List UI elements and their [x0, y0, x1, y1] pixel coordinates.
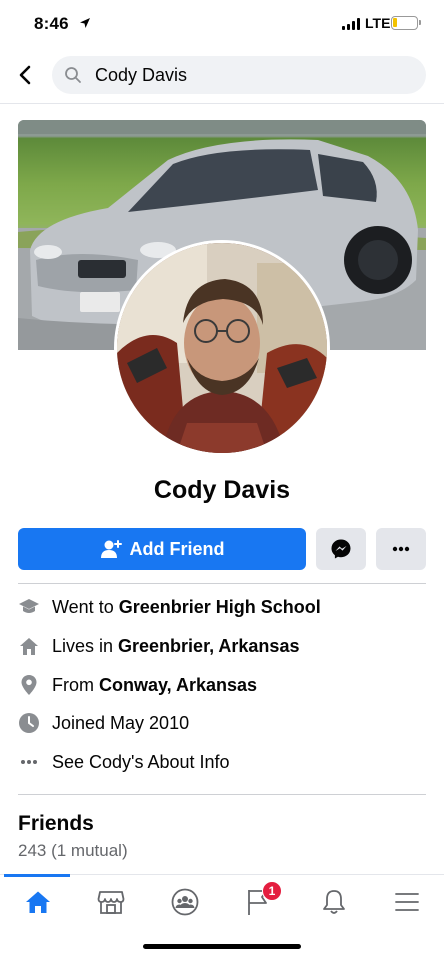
pages-notification-badge: 1 [262, 881, 282, 901]
nav-home[interactable] [18, 885, 58, 919]
info-hometown-value[interactable]: Conway, Arkansas [99, 675, 257, 696]
status-bar: 8:46 LTE [0, 0, 444, 48]
profile-picture[interactable] [114, 240, 330, 456]
ellipsis-icon [392, 546, 410, 552]
nav-notifications[interactable] [314, 885, 354, 919]
location-pin-icon [18, 674, 40, 696]
marketplace-icon [97, 891, 125, 914]
profile-photo-image [117, 243, 327, 453]
profile-name: Cody Davis [153, 476, 291, 504]
header-divider [0, 103, 444, 104]
friends-count: 243 (1 mutual) [18, 841, 128, 860]
more-options-button[interactable] [376, 528, 426, 570]
status-time: 8:46 [34, 14, 69, 33]
see-about-info-link[interactable]: See Cody's About Info [18, 749, 230, 775]
nav-marketplace[interactable] [91, 885, 131, 919]
nav-groups[interactable] [165, 885, 205, 919]
section-divider [18, 583, 426, 584]
graduation-cap-icon [18, 596, 40, 618]
active-tab-indicator [4, 874, 70, 877]
search-bar[interactable] [52, 56, 426, 94]
add-friend-label: Add Friend [129, 538, 225, 559]
bottom-navigation: 1 [0, 874, 444, 930]
battery-icon [391, 16, 418, 30]
signal-strength-icon [342, 17, 360, 30]
see-about-info-label: See Cody's About Info [52, 751, 230, 772]
info-current-city-value[interactable]: Greenbrier, Arkansas [118, 636, 299, 657]
home-icon [18, 635, 40, 657]
menu-icon [395, 893, 419, 911]
info-current-city[interactable]: Lives in Greenbrier, Arkansas [18, 633, 299, 659]
info-education[interactable]: Went to Greenbrier High School [18, 594, 321, 620]
notifications-bell-icon [323, 890, 345, 914]
back-button[interactable] [14, 60, 38, 90]
home-indicator[interactable] [143, 944, 301, 949]
search-input[interactable] [95, 65, 405, 86]
info-joined: Joined May 2010 [18, 710, 189, 736]
info-hometown-prefix: From [52, 674, 94, 695]
messenger-icon [331, 539, 351, 559]
location-arrow-icon [80, 18, 90, 28]
info-joined-text: Joined May 2010 [52, 712, 190, 733]
search-icon [65, 67, 81, 83]
nav-menu[interactable] [387, 885, 427, 919]
groups-icon [171, 888, 199, 916]
add-friend-icon [100, 540, 122, 558]
clock-icon [18, 712, 40, 734]
info-education-prefix: Went to [52, 596, 114, 617]
message-button[interactable] [316, 528, 366, 570]
ellipsis-icon [18, 751, 40, 773]
network-label: LTE [365, 15, 391, 31]
home-icon [26, 891, 50, 913]
info-current-city-prefix: Lives in [52, 635, 114, 656]
friends-title[interactable]: Friends [18, 812, 94, 836]
chevron-left-icon [19, 65, 31, 85]
section-divider [18, 794, 426, 795]
add-friend-button[interactable]: Add Friend [18, 528, 306, 570]
info-education-value[interactable]: Greenbrier High School [119, 597, 321, 618]
info-hometown[interactable]: From Conway, Arkansas [18, 672, 257, 698]
